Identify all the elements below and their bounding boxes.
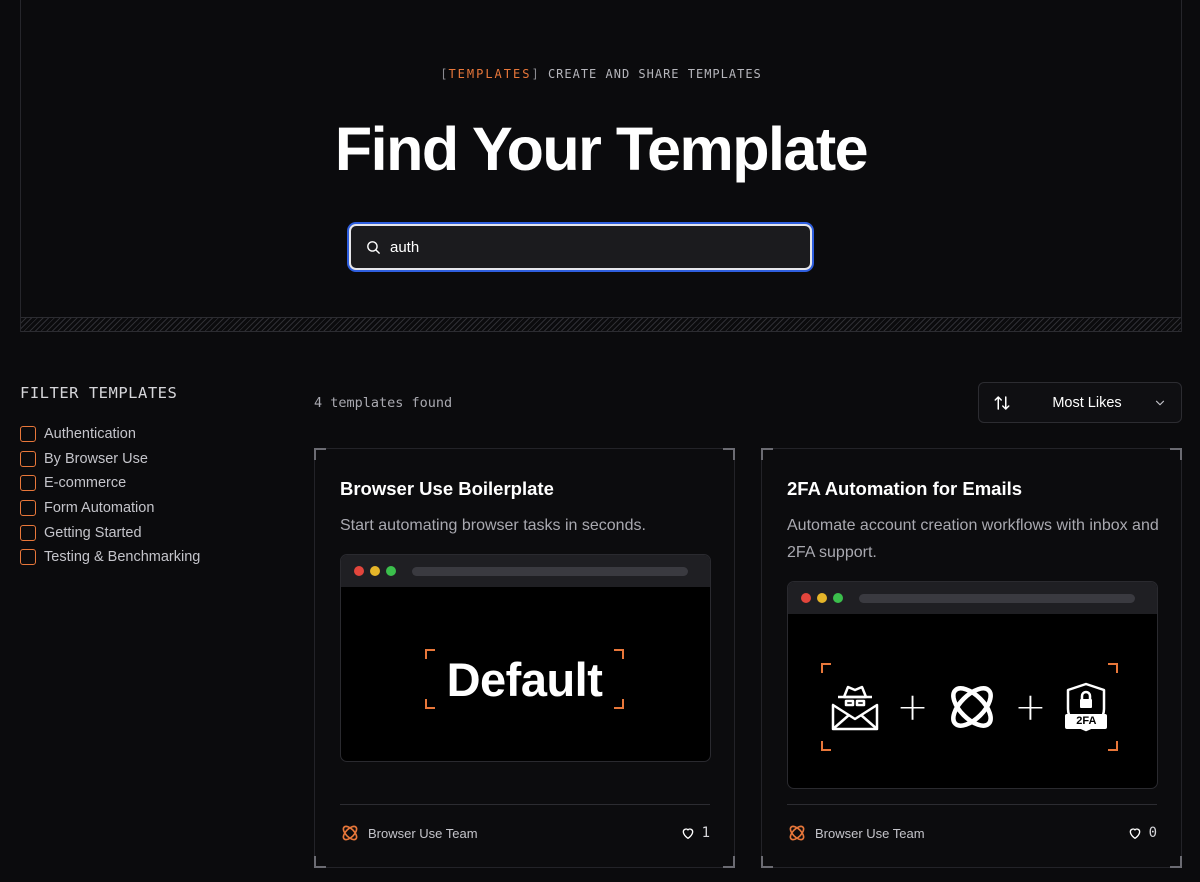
card-preview: Default [340,554,711,762]
eyebrow-tag: TEMPLATES [448,67,532,81]
preview-default-text: Default [446,652,603,706]
like-count: 0 [1148,825,1157,841]
browser-bar [341,555,710,587]
like-button[interactable]: 1 [680,825,710,841]
page-title: Find Your Template [334,115,869,183]
search-icon [367,240,380,254]
spy-envelope-icon [831,685,878,731]
card-description: Automate account creation workflows with… [787,517,1159,561]
shield-2fa-icon: 2FA [1062,681,1110,733]
filter-label: Testing & Benchmarking [44,549,201,566]
filter-label: By Browser Use [44,450,148,467]
shield-badge-text: 2FA [1065,714,1108,729]
card-corner [314,856,326,868]
url-bar [859,593,1135,603]
filter-label: Authentication [44,426,136,443]
card-corner [723,448,735,460]
filter-label: Form Automation [44,500,155,517]
browser-use-logo-icon [789,825,805,841]
card-description: Start automating browser tasks in second… [340,517,646,534]
window-dot-red [801,593,811,603]
filter-item-e-commerce[interactable]: E-commerce [20,471,200,496]
preview-icon-row: + + 2FA [821,663,1118,751]
preview-frame: + + 2FA [821,663,1118,751]
filter-label: Getting Started [44,524,142,541]
window-dot-green [833,593,843,603]
window-dot-green [386,566,396,576]
sort-dropdown[interactable]: Most Likes [978,382,1182,423]
card-corner [761,856,773,868]
card-corner [314,448,326,460]
card-corner [1170,856,1182,868]
hero-section: [TEMPLATES] CREATE AND SHARE TEMPLATES F… [20,0,1182,332]
card-title: Browser Use Boilerplate [340,478,554,499]
filter-item-by-browser-use[interactable]: By Browser Use [20,447,200,472]
template-card[interactable]: 2FA Automation for Emails Automate accou… [761,448,1182,868]
eyebrow-text: CREATE AND SHARE TEMPLATES [547,67,762,81]
browser-bar [788,582,1157,614]
card-divider [787,804,1157,805]
like-button[interactable]: 0 [1127,825,1157,841]
chevron-down-icon [1155,400,1165,405]
filter-title: FILTER TEMPLATES [20,384,178,402]
window-dot-red [354,566,364,576]
filter-checkbox[interactable] [20,524,36,541]
filter-checkbox[interactable] [20,475,36,492]
filter-list: Authentication By Browser Use E-commerce… [20,422,200,570]
search-box[interactable] [349,224,812,270]
hero-eyebrow: [TEMPLATES] CREATE AND SHARE TEMPLATES [21,67,1181,81]
filter-checkbox[interactable] [20,549,36,566]
plus-sign: + [1014,685,1047,729]
heart-icon [682,828,693,839]
card-footer: Browser Use Team 1 [340,822,710,844]
card-corner [761,448,773,460]
filter-item-authentication[interactable]: Authentication [20,422,200,447]
card-corner [1170,448,1182,460]
hatch-divider [21,317,1181,332]
card-author: Browser Use Team [815,825,925,841]
filter-checkbox[interactable] [20,450,36,467]
search-input[interactable] [390,238,770,256]
filter-checkbox[interactable] [20,426,36,443]
plus-sign: + [896,685,929,729]
heart-icon [1129,828,1140,839]
card-preview: + + 2FA [787,581,1158,789]
like-count: 1 [701,825,710,841]
eyebrow-bracket-close: ] [531,67,540,81]
filter-checkbox[interactable] [20,500,36,517]
filter-item-testing-benchmarking[interactable]: Testing & Benchmarking [20,545,200,570]
card-corner [723,856,735,868]
card-author: Browser Use Team [368,825,478,841]
results-count: 4 templates found [314,395,453,411]
template-card[interactable]: Browser Use Boilerplate Start automating… [314,448,735,868]
browser-use-logo-icon [342,825,358,841]
card-divider [340,804,710,805]
card-footer: Browser Use Team 0 [787,822,1157,844]
filter-item-form-automation[interactable]: Form Automation [20,496,200,521]
sort-arrows-icon [994,395,1010,410]
card-title: 2FA Automation for Emails [787,478,1023,499]
sort-selected-label: Most Likes [1052,394,1122,411]
url-bar [412,566,688,576]
window-dot-yellow [817,593,827,603]
browser-use-logo-icon [950,686,993,728]
filter-item-getting-started[interactable]: Getting Started [20,520,200,545]
preview-frame: Default [425,649,624,709]
window-dot-yellow [370,566,380,576]
filter-label: E-commerce [44,475,127,492]
